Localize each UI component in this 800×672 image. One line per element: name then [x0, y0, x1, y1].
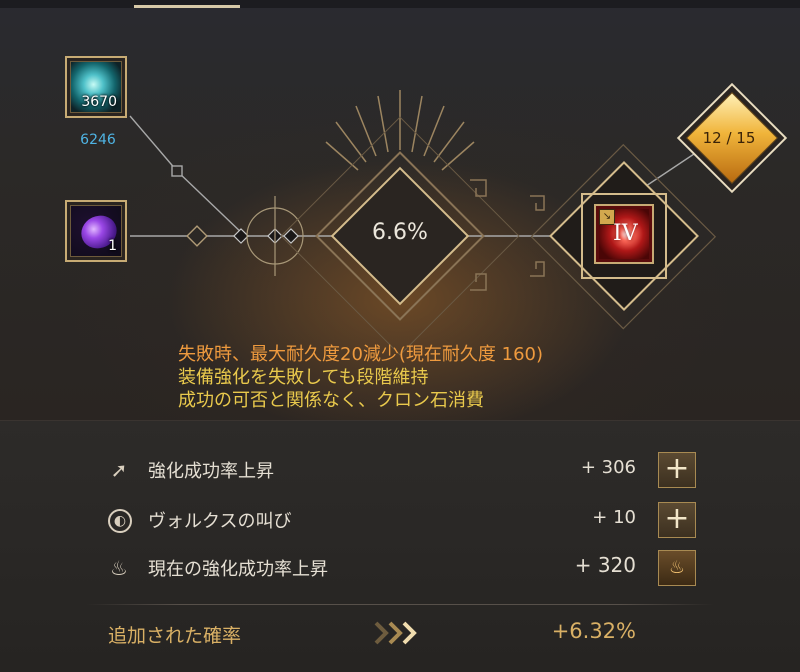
note-cron-consume: 成功の可否と関係なく、クロン石消費 [178, 390, 484, 411]
rate-info-button[interactable]: ♨ [658, 550, 696, 586]
ray-burst-icon [325, 90, 475, 171]
added-probability-value: +6.32% [551, 619, 636, 643]
stat-row-current-rate: ♨ 現在の強化成功率上昇 + 320 ♨ [0, 547, 800, 587]
note-stage-keep: 装備強化を失敗しても段階維持 [178, 367, 429, 388]
material-owned-count: 6246 [80, 132, 116, 148]
stat-label: 現在の強化成功率上昇 [148, 559, 328, 580]
stat-row-volkus: ◐ ヴォルクスの叫び + 10 + [0, 499, 800, 539]
stat-label: 強化成功率上昇 [148, 461, 274, 482]
arrow-up-icon: ➚ [110, 458, 128, 482]
added-probability-label: 追加された確率 [108, 625, 242, 647]
blue-orb-icon: 3670 [70, 61, 122, 113]
material-count: 3670 [81, 94, 117, 110]
material-count: 1 [108, 238, 117, 254]
item-grade: IV [613, 221, 638, 246]
success-rate: 6.6% [372, 220, 428, 245]
enhance-notes: 失敗時、最大耐久度20減少(現在耐久度 160) 装備強化を失敗しても段階維持 … [178, 343, 698, 412]
stat-value: + 10 [592, 507, 636, 528]
enhance-item-slot[interactable]: ↘ IV [594, 204, 654, 264]
connector-node-square [171, 165, 183, 177]
stat-row-enhance-success: ➚ 強化成功率上昇 + 306 + [0, 449, 800, 489]
durability-value: 12 / 15 [702, 129, 756, 147]
success-rate-panel: ➚ 強化成功率上昇 + 306 + ◐ ヴォルクスの叫び + 10 + ♨ 現在… [0, 421, 800, 672]
weapon-item-icon: ↘ IV [599, 209, 649, 259]
note-failure-durability: 失敗時、最大耐久度20減少(現在耐久度 160) [178, 344, 544, 365]
stat-value: + 306 [580, 457, 636, 478]
stat-value: + 320 [574, 553, 636, 577]
flame-person-icon: ♨ [668, 557, 686, 578]
material-slot-blue-orb[interactable]: 3670 [65, 56, 127, 118]
enhance-visual-area: 3670 6246 1 6.6% ↘ IV 12 / 15 失敗時、最大耐久度2… [0, 0, 800, 421]
purple-gem-icon: 1 [70, 205, 122, 257]
add-enhance-rate-button[interactable]: + [658, 452, 696, 488]
stat-label: ヴォルクスの叫び [148, 511, 292, 532]
divider [86, 604, 714, 605]
triple-chevron-icon [374, 621, 417, 645]
material-slot-purple-gem[interactable]: 1 [65, 200, 127, 262]
globe-icon: ◐ [108, 509, 132, 533]
add-volkus-button[interactable]: + [658, 502, 696, 538]
flame-icon: ♨ [110, 556, 128, 580]
